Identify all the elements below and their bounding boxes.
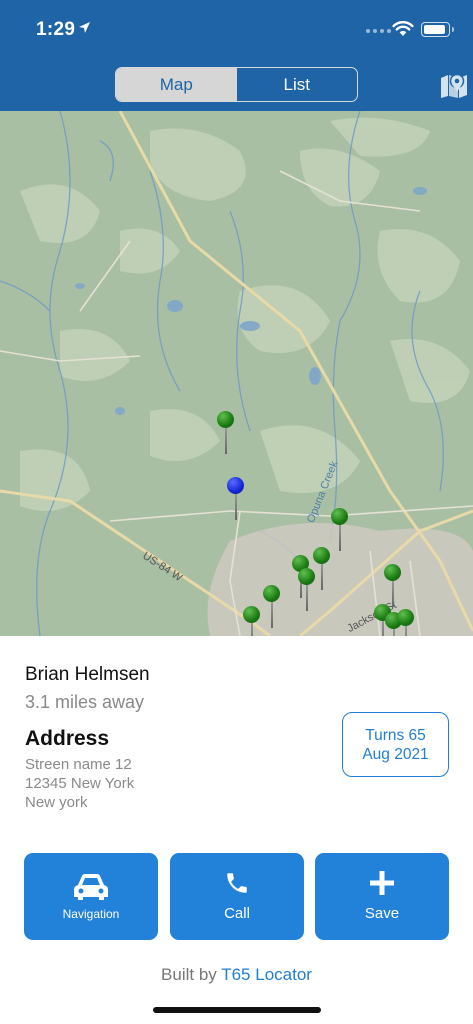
battery-icon	[421, 22, 454, 37]
turns-label: Turns 65	[365, 726, 426, 744]
t65-locator-link[interactable]: T65 Locator	[221, 965, 312, 984]
wifi-icon	[392, 21, 414, 36]
person-details-panel: Brian Helmsen 3.1 miles away Address Str…	[0, 636, 473, 1024]
call-label: Call	[224, 905, 250, 922]
nav-header: 1:29 Map List	[0, 0, 473, 111]
built-by-footer: Built by T65 Locator	[0, 965, 473, 985]
person-distance: 3.1 miles away	[25, 692, 145, 712]
person-name: Brian Helmsen	[25, 664, 150, 685]
map-list-segmented-control[interactable]: Map List	[115, 67, 358, 102]
map-pin-current-location[interactable]	[227, 477, 245, 523]
map-pin-green[interactable]	[331, 508, 349, 554]
map-pin-green[interactable]	[217, 411, 235, 457]
navigation-button[interactable]: Navigation	[24, 853, 158, 940]
map-pin-icon[interactable]	[440, 72, 468, 98]
map-pin-green[interactable]	[397, 609, 415, 636]
call-button[interactable]: Call	[170, 853, 304, 940]
navigation-label: Navigation	[62, 907, 120, 921]
cellular-signal-icon	[366, 29, 391, 33]
home-indicator[interactable]	[153, 1007, 321, 1013]
plus-icon	[370, 871, 394, 895]
segment-map[interactable]: Map	[116, 68, 237, 101]
address-line-3: New york	[25, 794, 88, 811]
turns-date: Aug 2021	[362, 745, 429, 763]
map-pin-green[interactable]	[263, 585, 281, 631]
address-heading: Address	[25, 727, 110, 750]
map-pin-green[interactable]	[243, 606, 261, 636]
save-label: Save	[364, 905, 400, 922]
footer-prefix: Built by	[161, 965, 222, 984]
turns-65-badge[interactable]: Turns 65 Aug 2021	[342, 712, 449, 777]
location-arrow-icon	[79, 22, 90, 33]
status-time: 1:29	[36, 19, 76, 40]
phone-icon	[227, 873, 247, 893]
map-view[interactable]: US-84 W Opuna Creek Jackson St 35	[0, 111, 473, 636]
segment-list[interactable]: List	[237, 68, 358, 101]
map-terrain	[0, 111, 473, 636]
car-icon	[74, 874, 108, 900]
address-line-1: Streen name 12	[25, 756, 132, 773]
map-pin-green[interactable]	[298, 568, 316, 614]
save-button[interactable]: Save	[315, 853, 449, 940]
address-line-2: 12345 New York	[25, 775, 135, 792]
status-bar: 1:29	[0, 0, 473, 58]
